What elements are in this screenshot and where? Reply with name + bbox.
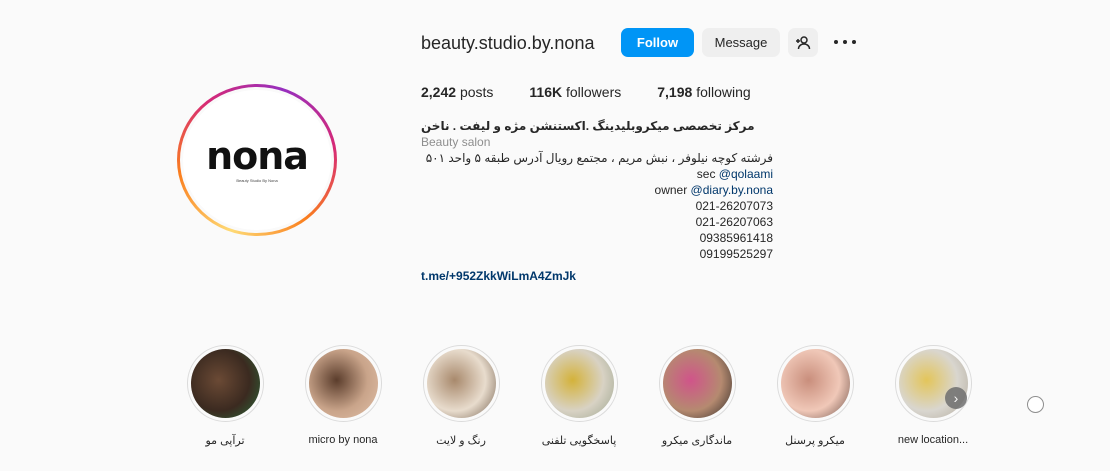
bio-phone: 021-26207063	[695, 215, 773, 229]
add-user-icon	[796, 35, 811, 49]
bio-owner-line: owner @diary.by.nona	[654, 183, 773, 197]
owner-handle-link[interactable]: @diary.by.nona	[691, 183, 773, 197]
highlight-cover	[308, 349, 378, 418]
bio-title: مرکز تخصصی میکروبلیدینگ .اکستنشن مژه و ل…	[421, 119, 755, 133]
message-button[interactable]: Message	[702, 28, 780, 57]
story-highlights: ترآپی مو micro by nona رنگ و لایت پاسخگو…	[166, 345, 992, 447]
highlight-label: رنگ و لایت	[436, 435, 486, 447]
profile-stats: 2,242 posts 116K followers 7,198 followi…	[421, 84, 787, 100]
highlight-cover	[662, 349, 732, 418]
follow-button[interactable]: Follow	[621, 28, 694, 57]
highlight-label: micro by nona	[308, 434, 378, 446]
following-stat[interactable]: 7,198 following	[657, 84, 750, 100]
highlight-item[interactable]: رنگ و لایت	[402, 345, 520, 447]
highlight-ring	[540, 345, 618, 422]
highlight-cover	[544, 349, 614, 418]
avatar-image: nona Beauty Studio By Nona	[183, 90, 331, 230]
chevron-right-icon: ›	[953, 390, 959, 406]
highlight-label: ماندگاری میکرو	[661, 435, 733, 447]
profile-username: beauty.studio.by.nona	[421, 33, 595, 53]
more-icon	[834, 40, 838, 44]
highlight-item[interactable]: ماندگاری میکرو	[638, 345, 756, 447]
highlight-label: پاسخگویی تلفنی	[541, 435, 617, 447]
highlight-ring	[186, 345, 264, 422]
highlights-next-button[interactable]: ›	[945, 387, 967, 409]
posts-stat: 2,242 posts	[421, 84, 494, 100]
highlight-ring	[422, 345, 500, 422]
more-options-button[interactable]	[834, 33, 856, 51]
avatar-frame: nona Beauty Studio By Nona	[180, 87, 334, 233]
bio-phone: 021-26207073	[695, 199, 773, 213]
highlight-item[interactable]: new location...	[874, 345, 992, 447]
highlight-ring	[304, 345, 382, 422]
avatar-logo-subtext: Beauty Studio By Nona	[236, 178, 278, 183]
highlight-cover	[426, 349, 496, 418]
bio-sec-line: sec @qolaami	[696, 167, 773, 181]
highlight-item[interactable]: پاسخگویی تلفنی	[520, 345, 638, 447]
profile-avatar[interactable]: nona Beauty Studio By Nona	[177, 84, 337, 236]
bio-external-link[interactable]: t.me/+952ZkkWiLmA4ZmJk	[421, 268, 773, 284]
bio-category: Beauty salon	[421, 135, 491, 149]
highlight-label: ترآپی مو	[205, 435, 245, 447]
avatar-logo-text: nona	[206, 134, 309, 178]
followers-stat[interactable]: 116K followers	[529, 84, 621, 100]
bio-phone: 09385961418	[699, 231, 773, 245]
highlight-cover	[190, 349, 260, 418]
highlight-item[interactable]: میکرو پرسنل	[756, 345, 874, 447]
highlight-cover	[780, 349, 850, 418]
highlight-item[interactable]: micro by nona	[284, 345, 402, 447]
highlight-item[interactable]: ترآپی مو	[166, 345, 284, 447]
profile-bio: مرکز تخصصی میکروبلیدینگ .اکستنشن مژه و ل…	[421, 118, 773, 284]
highlight-label: میکرو پرسنل	[785, 435, 845, 447]
add-user-button[interactable]	[788, 28, 818, 57]
highlight-label: new location...	[897, 434, 969, 446]
highlight-ring	[658, 345, 736, 422]
highlight-ring	[894, 345, 972, 422]
bio-address: فرشته کوچه نیلوفر ، نبش مریم ، مجتمع روی…	[425, 151, 773, 165]
highlight-ring	[776, 345, 854, 422]
bio-phone: 09199525297	[699, 247, 773, 261]
sec-handle-link[interactable]: @qolaami	[719, 167, 773, 181]
radio-icon[interactable]	[1027, 396, 1044, 413]
